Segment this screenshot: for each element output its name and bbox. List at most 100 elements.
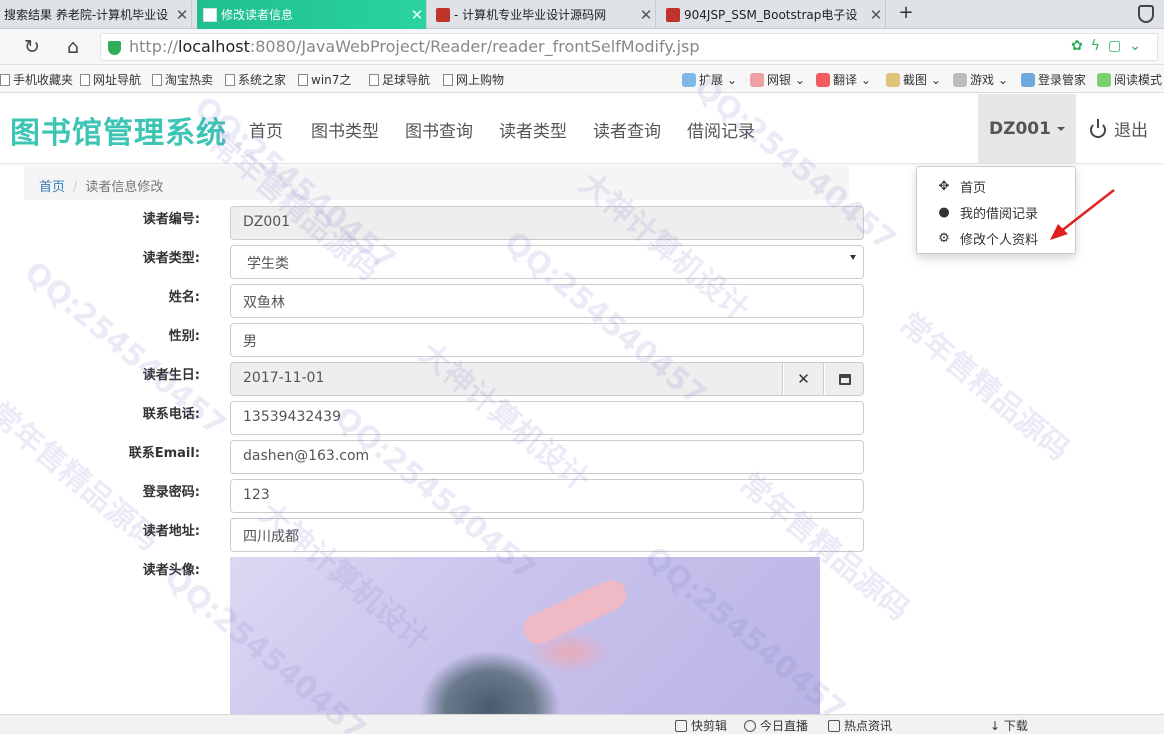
reader-type-label: 读者类型: [142, 251, 200, 266]
breadcrumb-current: 读者信息修改 [85, 180, 164, 195]
mobile-icon [0, 74, 10, 86]
shield-icon[interactable] [1138, 5, 1154, 23]
logout-button[interactable]: 退出 [1090, 116, 1148, 141]
close-icon[interactable]: ✕ [173, 6, 191, 24]
birthday-input-group: 2017-11-01 ✕ [230, 362, 864, 396]
address-bar: ↻ ⌂ http://localhost:8080/JavaWebProject… [0, 29, 1164, 65]
page-icon [369, 74, 379, 86]
bookmark-item[interactable]: 系统之家 [225, 71, 286, 88]
watermark-text: 常年售精品源码 [892, 306, 1076, 468]
reader-type-select[interactable]: 学生类 [230, 245, 864, 279]
bookmarks-bar: 手机收藏夹 网址导航 淘宝热卖 系统之家 win7之 足球导航 网上购物 扩展 … [0, 65, 1164, 93]
scissors-icon [886, 73, 900, 87]
browser-tab-3[interactable]: - 计算机专业毕业设计源码网 ✕ [430, 0, 656, 29]
browser-status-bar: 快剪辑 今日直播 热点资讯 ↓ 下载 [0, 714, 1164, 734]
name-label: 姓名: [168, 290, 200, 305]
quick-clip-button[interactable]: 快剪辑 [675, 717, 727, 734]
close-icon[interactable]: ✕ [408, 6, 426, 24]
site-favicon-icon [436, 7, 450, 22]
login-key-icon [1021, 73, 1035, 87]
email-field[interactable]: dashen@163.com [230, 440, 864, 474]
home-icon[interactable]: ⌂ [61, 35, 85, 59]
tab-title: 修改读者信息 [221, 8, 294, 22]
browser-tab-strip: 搜索结果 养老院-计算机毕业设 ✕ 修改读者信息 ✕ - 计算机专业毕业设计源码… [0, 0, 1164, 29]
caret-down-icon [1056, 127, 1065, 131]
bookmark-item[interactable]: 淘宝热卖 [152, 71, 213, 88]
calendar-icon[interactable] [825, 363, 863, 395]
bookmark-item[interactable]: 网上购物 [443, 71, 504, 88]
power-icon [1090, 119, 1106, 138]
birthday-field[interactable]: 2017-11-01 [231, 363, 783, 395]
name-field[interactable]: 双鱼林 [230, 284, 864, 318]
tab-title: 搜索结果 养老院-计算机毕业设 [4, 8, 169, 22]
birthday-label: 读者生日: [142, 368, 200, 383]
page-icon [152, 74, 162, 86]
clear-date-icon[interactable]: ✕ [784, 363, 824, 395]
phone-field[interactable]: 13539432439 [230, 401, 864, 435]
page-icon [80, 74, 90, 86]
chevron-down-icon [850, 255, 856, 260]
extension-button[interactable]: 阅读模式 [1097, 71, 1162, 88]
brand-title[interactable]: 图书馆管理系统 [10, 108, 227, 152]
email-label: 联系Email: [128, 446, 200, 461]
annotation-arrow-icon [1050, 189, 1115, 240]
address-label: 读者地址: [142, 524, 200, 539]
tab-title: - 计算机专业毕业设计源码网 [454, 8, 607, 22]
username: DZ001 [989, 119, 1051, 139]
nav-borrow-records[interactable]: 借阅记录 [687, 117, 755, 142]
nav-reader-types[interactable]: 读者类型 [499, 117, 567, 142]
close-icon[interactable]: ✕ [867, 6, 885, 24]
reader-no-label: 读者编号: [142, 212, 200, 227]
sex-field[interactable]: 男 [230, 323, 864, 357]
url-text: http://localhost:8080/JavaWebProject/Rea… [129, 37, 700, 56]
hot-news-button[interactable]: 热点资讯 [828, 717, 892, 734]
url-tools-icons[interactable]: ✿ϟ▢⌄ [1071, 38, 1149, 54]
address-field[interactable]: 四川成都 [230, 518, 864, 552]
live-icon [744, 720, 756, 732]
url-field[interactable]: http://localhost:8080/JavaWebProject/Rea… [100, 33, 1158, 61]
bookmark-item[interactable]: 手机收藏夹 [0, 71, 73, 88]
extension-button[interactable]: 截图 ⌄ [886, 71, 941, 88]
extension-button[interactable]: 扩展 ⌄ [682, 71, 737, 88]
breadcrumb-home-link[interactable]: 首页 [39, 180, 65, 195]
bookmark-item[interactable]: 足球导航 [369, 71, 430, 88]
grid-icon [682, 73, 696, 87]
app-navbar: 图书馆管理系统 首页 图书类型 图书查询 读者类型 读者查询 借阅记录 DZ00… [0, 94, 1164, 164]
extension-button[interactable]: 网银 ⌄ [750, 71, 805, 88]
new-tab-button[interactable]: + [896, 2, 916, 26]
live-button[interactable]: 今日直播 [744, 717, 808, 734]
bookmark-item[interactable]: 网址导航 [80, 71, 141, 88]
reload-icon[interactable]: ↻ [20, 35, 44, 59]
tab-title: 904JSP_SSM_Bootstrap电子设 [684, 8, 858, 22]
close-icon[interactable]: ✕ [637, 6, 655, 24]
extension-button[interactable]: 游戏 ⌄ [953, 71, 1008, 88]
password-label: 登录密码: [142, 485, 200, 500]
nav-home[interactable]: 首页 [249, 117, 283, 142]
password-field[interactable]: 123 [230, 479, 864, 513]
user-menu-toggle[interactable]: DZ001 [978, 94, 1076, 164]
secure-shield-icon [108, 41, 121, 55]
breadcrumb: 首页 / 读者信息修改 [24, 166, 849, 200]
bank-icon [750, 73, 764, 87]
bookmark-item[interactable]: win7之 [298, 71, 351, 88]
site-favicon-icon [666, 7, 680, 22]
page-icon [443, 74, 453, 86]
news-icon [828, 720, 840, 732]
book-icon [1097, 73, 1111, 87]
extension-button[interactable]: 翻译 ⌄ [816, 71, 871, 88]
browser-tab-4[interactable]: 904JSP_SSM_Bootstrap电子设 ✕ [660, 0, 886, 29]
browser-tab-1[interactable]: 搜索结果 养老院-计算机毕业设 ✕ [0, 0, 192, 29]
reader-no-field[interactable]: DZ001 [230, 206, 864, 240]
user-icon: ● [938, 204, 950, 220]
nav-book-search[interactable]: 图书查询 [405, 117, 473, 142]
extension-button[interactable]: 登录管家 [1021, 71, 1086, 88]
move-icon: ✥ [938, 178, 950, 194]
photo-label: 读者头像: [142, 563, 200, 578]
gear-icon: ⚙ [938, 230, 950, 246]
browser-tab-2[interactable]: 修改读者信息 ✕ [197, 0, 427, 29]
nav-book-types[interactable]: 图书类型 [311, 117, 379, 142]
gamepad-icon [953, 73, 967, 87]
download-button[interactable]: ↓ 下载 [990, 717, 1028, 734]
phone-label: 联系电话: [142, 407, 200, 422]
nav-reader-search[interactable]: 读者查询 [593, 117, 661, 142]
